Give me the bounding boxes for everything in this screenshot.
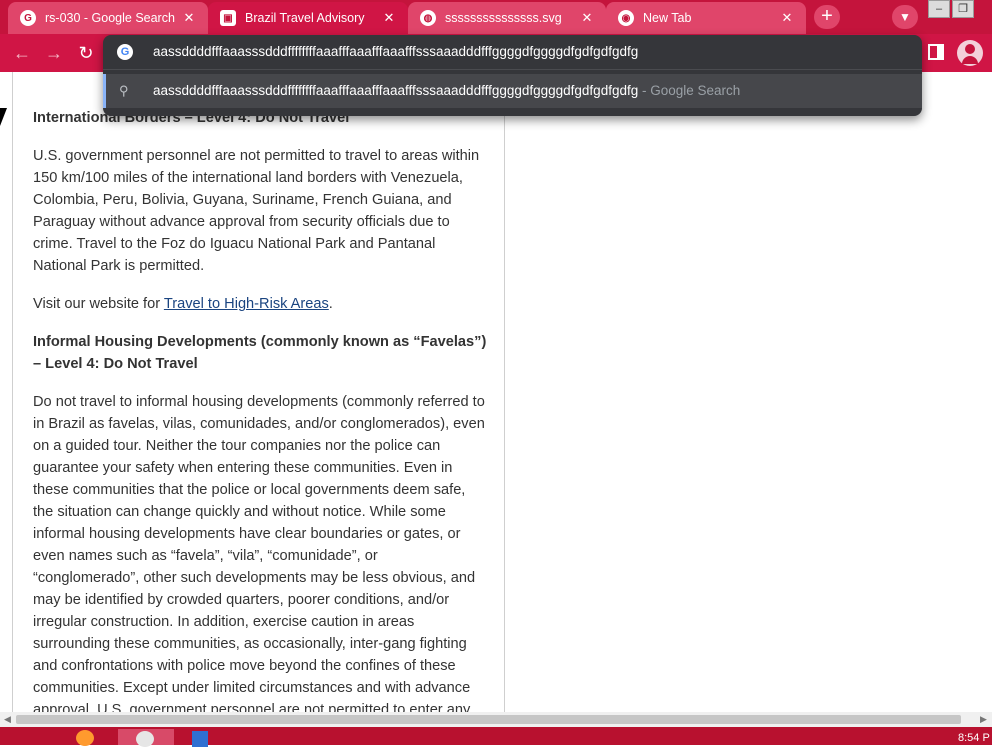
tab-title: sssssssssssssss.svg [445, 11, 562, 25]
tab-title: New Tab [643, 11, 692, 25]
taskbar-clock: 8:54 P [958, 732, 990, 744]
website-prefix: Visit our website for [33, 296, 164, 312]
globe-icon: ◍ [420, 10, 436, 26]
tab-brazil-travel-advisory[interactable]: ▣ Brazil Travel Advisory ✕ [208, 2, 408, 34]
suggestion-suffix: - Google Search [638, 83, 741, 98]
divider [103, 69, 922, 70]
suggestion-query: aassddddfffaaasssdddffffffffaaafffaaafff… [153, 83, 639, 98]
search-icon: ⚲ [119, 83, 129, 98]
suggestion-selected-indicator [103, 74, 106, 108]
taskbar-outlook-icon[interactable] [180, 729, 236, 747]
column-border-right [504, 72, 505, 712]
website-suffix: . [328, 296, 333, 312]
close-icon[interactable]: ✕ [380, 10, 398, 26]
tab-title: Brazil Travel Advisory [245, 11, 365, 25]
mouse-cursor-icon [0, 108, 7, 126]
taskbar-firefox-icon[interactable] [62, 729, 112, 746]
taskbar: 8:54 P [0, 727, 992, 747]
paragraph-favelas: Do not travel to informal housing develo… [33, 394, 485, 712]
tab-google-search[interactable]: G rs-030 - Google Search ✕ [8, 2, 208, 34]
scroll-right-icon[interactable]: ▶ [980, 714, 987, 725]
side-panel-icon[interactable] [928, 44, 944, 60]
chrome-icon: ◉ [618, 10, 634, 26]
address-bar[interactable]: G aassddddfffaaasssdddffffffffaaafffaaaf… [103, 35, 922, 69]
close-icon[interactable]: ✕ [778, 10, 796, 26]
scroll-left-icon[interactable]: ◀ [4, 714, 11, 725]
minimize-button[interactable]: – [928, 0, 950, 18]
horizontal-scrollbar[interactable]: ◀ ▶ [0, 712, 992, 727]
close-icon[interactable]: ✕ [578, 10, 596, 26]
tab-new-tab[interactable]: ◉ New Tab ✕ [606, 2, 806, 34]
reload-icon[interactable]: ↻ [75, 42, 97, 64]
back-arrow-icon[interactable]: ← [11, 42, 33, 64]
paragraph-borders: U.S. government personnel are not permit… [33, 148, 480, 274]
travel-advisory-icon: ▣ [220, 10, 236, 26]
omnibox-suggestion[interactable]: ⚲ aassddddfffaaasssdddffffffffaaafffaaaf… [103, 74, 922, 108]
restore-button[interactable]: ❐ [952, 0, 974, 18]
page-content: International Borders – Level 4: Do Not … [0, 72, 992, 712]
high-risk-areas-link[interactable]: Travel to High-Risk Areas [164, 296, 329, 312]
scrollbar-thumb[interactable] [16, 715, 961, 724]
tab-search-button[interactable]: ▼ [892, 5, 918, 29]
column-border-left [12, 72, 13, 712]
suggestion-text: aassddddfffaaasssdddffffffffaaafffaaafff… [153, 83, 740, 98]
omnibox-dropdown: G aassddddfffaaasssdddffffffffaaafffaaaf… [103, 35, 922, 116]
chevron-down-icon: ▼ [899, 10, 911, 24]
taskbar-chrome-icon[interactable] [118, 729, 174, 747]
google-icon: G [20, 10, 36, 26]
tab-svg-file[interactable]: ◍ sssssssssssssss.svg ✕ [408, 2, 606, 34]
profile-avatar-icon[interactable] [957, 40, 983, 66]
paragraph-website: Visit our website for Travel to High-Ris… [33, 293, 488, 315]
close-icon[interactable]: ✕ [180, 10, 198, 26]
advisory-article: International Borders – Level 4: Do Not … [33, 107, 488, 712]
forward-arrow-icon[interactable]: → [43, 42, 65, 64]
google-icon: G [117, 44, 133, 60]
new-tab-button[interactable]: + [814, 5, 840, 29]
tab-strip: G rs-030 - Google Search ✕ ▣ Brazil Trav… [0, 0, 992, 34]
tab-title: rs-030 - Google Search [45, 11, 175, 25]
address-input-text[interactable]: aassddddfffaaasssdddffffffffaaafffaaafff… [153, 44, 638, 59]
heading-favelas: Informal Housing Developments (commonly … [33, 334, 487, 372]
